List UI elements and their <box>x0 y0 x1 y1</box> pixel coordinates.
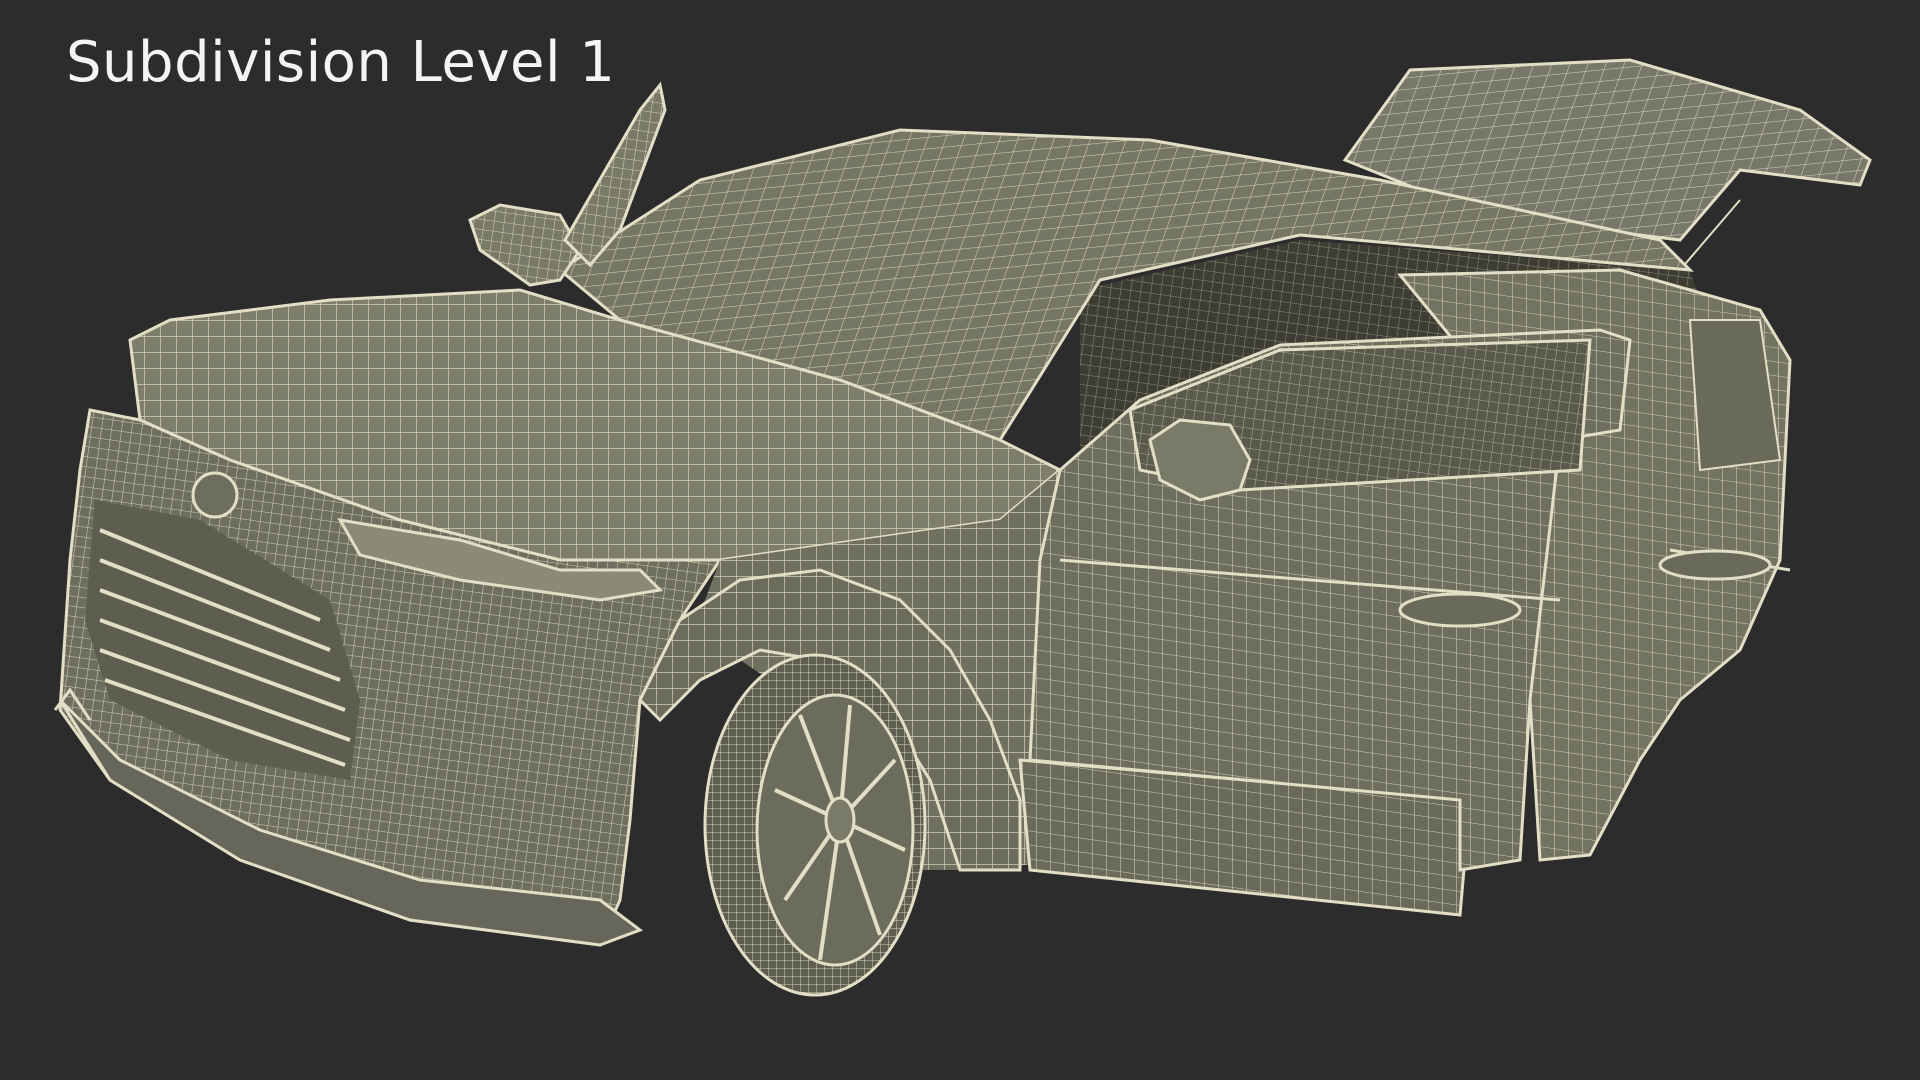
front-door-handle <box>1398 592 1522 628</box>
viewport: Subdivision Level 1 <box>0 0 1920 1080</box>
subdivision-level-caption: Subdivision Level 1 <box>66 30 616 95</box>
front-wheel <box>703 653 927 997</box>
car-wireframe-render <box>53 58 1872 997</box>
rear-door-handle <box>1658 549 1772 581</box>
brand-emblem <box>191 471 239 519</box>
